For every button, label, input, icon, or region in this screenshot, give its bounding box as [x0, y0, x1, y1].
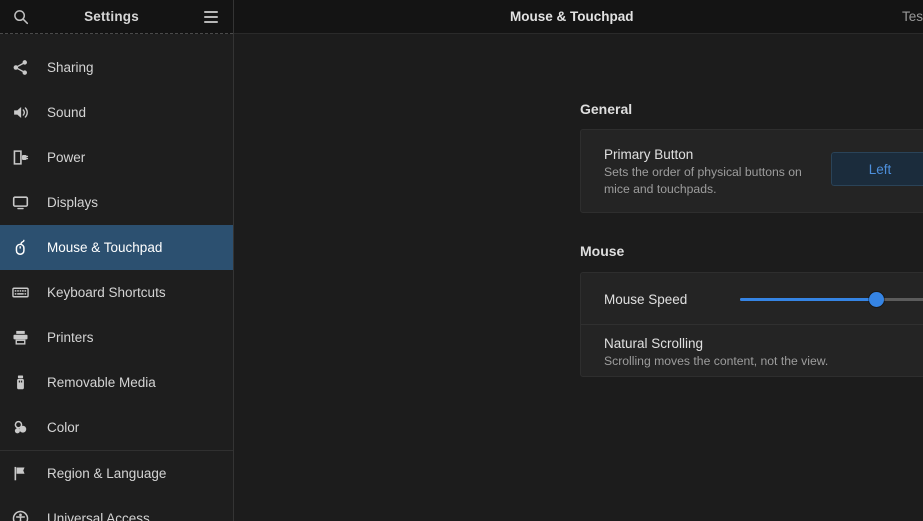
- share-icon: [12, 59, 38, 76]
- sidebar-item-sharing[interactable]: Sharing: [0, 45, 233, 90]
- primary-button-card: Primary Button Sets the order of physica…: [580, 129, 923, 213]
- sidebar-item-color[interactable]: Color: [0, 405, 233, 450]
- accessibility-icon: [12, 510, 38, 521]
- usb-drive-icon: [12, 374, 38, 391]
- test-your-settings-button[interactable]: Test Your Settings: [902, 0, 923, 34]
- primary-button-segmented-control[interactable]: Left Right: [831, 152, 923, 186]
- sidebar-item-label: Universal Access: [47, 511, 150, 521]
- flag-icon: [12, 465, 38, 482]
- mouse-speed-slider[interactable]: [740, 273, 923, 325]
- sidebar-item-label: Keyboard Shortcuts: [47, 285, 166, 300]
- mouse-speed-row-inner: Mouse Speed: [581, 273, 923, 325]
- primary-button-title: Primary Button: [604, 145, 819, 164]
- sidebar-item-region-language[interactable]: Region & Language: [0, 451, 233, 496]
- natural-scrolling-row-inner: Natural Scrolling Scrolling moves the co…: [581, 326, 923, 377]
- color-palette-icon: [12, 419, 38, 436]
- hamburger-menu-icon: [204, 11, 218, 23]
- main-content: General Primary Button Sets the order of…: [234, 34, 923, 521]
- sidebar-item-label: Sound: [47, 105, 86, 120]
- settings-window: Settings Sharing: [0, 0, 923, 521]
- mouse-speed-slider-track[interactable]: [740, 298, 923, 301]
- search-icon: [13, 9, 29, 25]
- sidebar-item-mouse-touchpad[interactable]: Mouse & Touchpad: [0, 225, 233, 270]
- printer-icon: [12, 329, 38, 346]
- primary-button-text: Primary Button Sets the order of physica…: [604, 145, 819, 198]
- mouse-card: Mouse Speed Natural Scrolling: [580, 272, 923, 377]
- sidebar-list: Sharing Sound: [0, 34, 233, 521]
- speaker-icon: [12, 104, 38, 121]
- sidebar-item-label: Displays: [47, 195, 98, 210]
- titlebar: Mouse & Touchpad Test Your Settings ✕: [234, 0, 923, 34]
- mouse-speed-slider-knob[interactable]: [869, 292, 884, 307]
- section-heading-mouse: Mouse: [580, 243, 624, 259]
- sidebar-item-label: Color: [47, 420, 79, 435]
- natural-scrolling-title: Natural Scrolling: [604, 334, 828, 353]
- keyboard-icon: [12, 284, 38, 301]
- sidebar-title: Settings: [34, 9, 189, 24]
- sidebar-item-label: Sharing: [47, 60, 94, 75]
- sidebar-item-label: Removable Media: [47, 375, 156, 390]
- mouse-speed-slider-fill: [740, 298, 876, 301]
- sidebar-item-label: Mouse & Touchpad: [47, 240, 162, 255]
- sidebar-item-label: Region & Language: [47, 466, 166, 481]
- mouse-speed-label: Mouse Speed: [604, 290, 687, 309]
- sidebar: Settings Sharing: [0, 0, 234, 521]
- page-title: Mouse & Touchpad: [510, 0, 634, 34]
- natural-scrolling-row: Natural Scrolling Scrolling moves the co…: [581, 326, 923, 377]
- sidebar-item-power[interactable]: Power: [0, 135, 233, 180]
- natural-scrolling-text: Natural Scrolling Scrolling moves the co…: [604, 334, 828, 370]
- primary-button-row: Primary Button Sets the order of physica…: [581, 130, 923, 212]
- sidebar-menu-button[interactable]: [189, 0, 233, 34]
- sidebar-item-label: Power: [47, 150, 85, 165]
- natural-scrolling-description: Scrolling moves the content, not the vie…: [604, 353, 828, 370]
- sidebar-header: Settings: [0, 0, 233, 34]
- sidebar-item-label: Printers: [47, 330, 94, 345]
- content-pane: Mouse & Touchpad Test Your Settings ✕ Ge…: [234, 0, 923, 521]
- section-heading-general: General: [580, 101, 632, 117]
- sidebar-item-universal-access[interactable]: Universal Access: [0, 496, 233, 521]
- sidebar-item-keyboard-shortcuts[interactable]: Keyboard Shortcuts: [0, 270, 233, 315]
- sidebar-item-removable-media[interactable]: Removable Media: [0, 360, 233, 405]
- power-plug-icon: [12, 149, 38, 166]
- mouse-speed-row: Mouse Speed: [581, 273, 923, 325]
- sidebar-item-sound[interactable]: Sound: [0, 90, 233, 135]
- mouse-icon: [12, 239, 38, 256]
- mouse-card-divider: [581, 324, 923, 325]
- primary-button-description: Sets the order of physical buttons on mi…: [604, 164, 819, 198]
- primary-button-option-left[interactable]: Left: [831, 152, 923, 186]
- sidebar-item-displays[interactable]: Displays: [0, 180, 233, 225]
- sidebar-item-printers[interactable]: Printers: [0, 315, 233, 360]
- monitor-icon: [12, 194, 38, 211]
